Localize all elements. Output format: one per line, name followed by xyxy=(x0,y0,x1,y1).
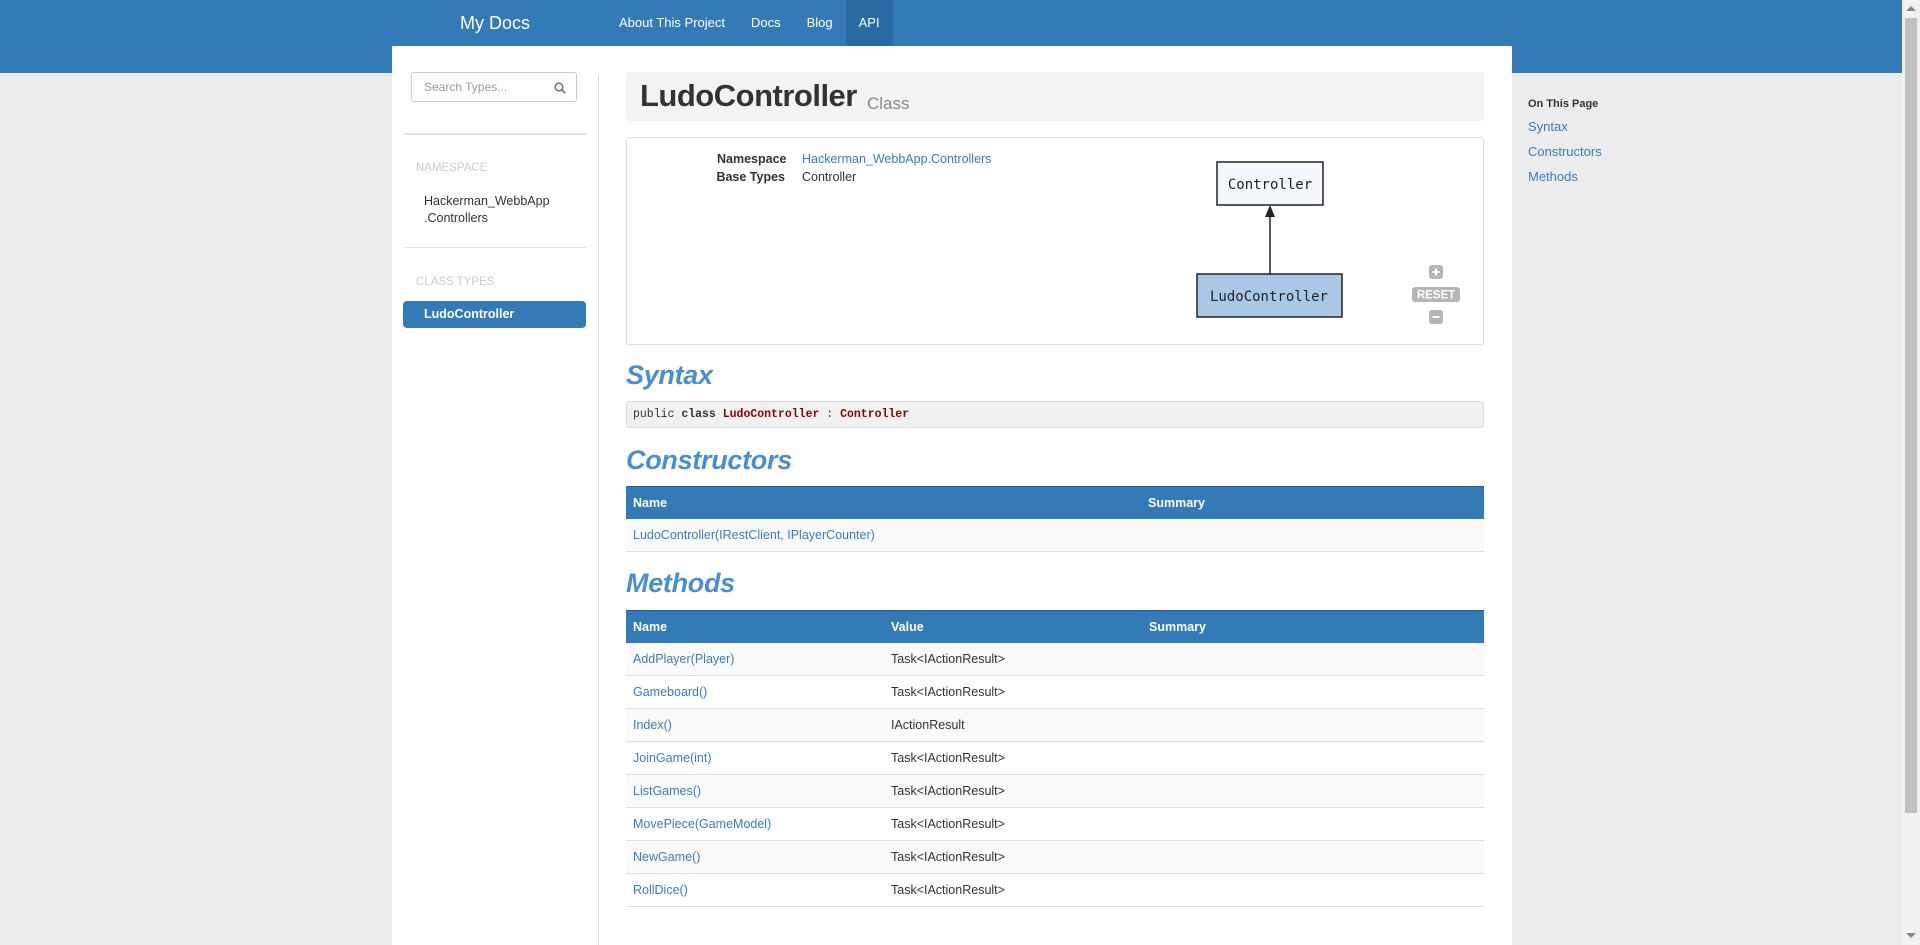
on-this-page-methods[interactable]: Methods xyxy=(1528,169,1602,184)
on-this-page-syntax[interactable]: Syntax xyxy=(1528,119,1602,134)
col-value: Value xyxy=(884,610,1142,643)
inheritance-diagram: Controller LudoController xyxy=(1196,161,1343,318)
sidebar-divider xyxy=(404,133,586,135)
method-value: Task<IActionResult> xyxy=(884,643,1142,676)
method-link[interactable]: RollDice() xyxy=(633,883,688,897)
method-value: Task<IActionResult> xyxy=(884,675,1142,709)
table-row: AddPlayer(Player) Task<IActionResult> xyxy=(626,643,1484,676)
method-value: Task<IActionResult> xyxy=(884,741,1142,775)
class-types-label: CLASS TYPES xyxy=(416,276,495,288)
title-box: LudoController Class xyxy=(626,72,1484,121)
method-link[interactable]: ListGames() xyxy=(633,784,701,798)
table-row: Gameboard() Task<IActionResult> xyxy=(626,675,1484,709)
page-scrollbar[interactable] xyxy=(1902,0,1920,945)
col-name: Name xyxy=(626,486,1141,519)
sidebar: NAMESPACE Hackerman_WebbApp .Controllers… xyxy=(392,46,598,945)
table-row: LudoController(IRestClient, IPlayerCount… xyxy=(626,519,1484,552)
syntax-code: public class LudoController : Controller xyxy=(626,401,1484,428)
code-keyword-public: public xyxy=(633,408,675,421)
scroll-down-icon[interactable] xyxy=(1906,933,1916,938)
zoom-controls: RESET xyxy=(1412,265,1460,324)
method-value: IActionResult xyxy=(884,708,1142,742)
method-summary xyxy=(1142,807,1484,841)
constructor-link[interactable]: LudoController(IRestClient, IPlayerCount… xyxy=(633,528,875,542)
type-info-box: Namespace Hackerman_WebbApp.Controllers … xyxy=(626,137,1484,345)
code-keyword-class: class xyxy=(681,408,716,421)
method-value: Task<IActionResult> xyxy=(884,774,1142,808)
constructors-heading: Constructors xyxy=(626,445,792,475)
nav-docs[interactable]: Docs xyxy=(738,0,794,46)
method-summary xyxy=(1142,708,1484,742)
content-panel: NAMESPACE Hackerman_WebbApp .Controllers… xyxy=(392,46,1512,945)
method-link[interactable]: JoinGame(int) xyxy=(633,751,712,765)
scrollbar-thumb[interactable] xyxy=(1905,18,1917,813)
page-title: LudoController xyxy=(640,78,857,113)
inheritance-arrow-icon xyxy=(1265,205,1275,217)
method-link[interactable]: MovePiece(GameModel) xyxy=(633,817,771,831)
zoom-in-icon[interactable] xyxy=(1429,265,1443,279)
sidebar-item-ludocontroller[interactable]: LudoController xyxy=(403,301,586,328)
namespace-line-2: .Controllers xyxy=(424,211,488,225)
method-value: Task<IActionResult> xyxy=(884,840,1142,874)
method-value: Task<IActionResult> xyxy=(884,807,1142,841)
page-kind: Class xyxy=(867,94,910,113)
table-row: ListGames() Task<IActionResult> xyxy=(626,774,1484,808)
namespace-line-1: Hackerman_WebbApp xyxy=(424,194,550,208)
table-row: MovePiece(GameModel) Task<IActionResult> xyxy=(626,807,1484,841)
table-row: NewGame() Task<IActionResult> xyxy=(626,840,1484,874)
zoom-reset-button[interactable]: RESET xyxy=(1412,287,1460,302)
on-this-page-title: On This Page xyxy=(1528,98,1599,110)
method-summary xyxy=(1142,741,1484,775)
diagram-parent-label: Controller xyxy=(1228,177,1312,193)
method-summary xyxy=(1142,873,1484,907)
brand-link[interactable]: My Docs xyxy=(460,13,530,34)
zoom-out-icon[interactable] xyxy=(1429,310,1443,324)
method-link[interactable]: Gameboard() xyxy=(633,685,707,699)
nav-links: About This Project Docs Blog API xyxy=(606,0,893,46)
nav-about[interactable]: About This Project xyxy=(606,0,738,46)
table-row: JoinGame(int) Task<IActionResult> xyxy=(626,741,1484,775)
col-summary: Summary xyxy=(1141,486,1484,519)
namespace-label: NAMESPACE xyxy=(416,162,488,174)
on-this-page: On This Page Syntax Constructors Methods xyxy=(1528,98,1602,194)
method-summary xyxy=(1142,840,1484,874)
search-box[interactable] xyxy=(411,72,577,102)
search-icon[interactable] xyxy=(554,82,566,94)
method-summary xyxy=(1142,675,1484,709)
methods-heading: Methods xyxy=(626,568,735,598)
method-summary xyxy=(1142,774,1484,808)
table-row: RollDice() Task<IActionResult> xyxy=(626,873,1484,907)
diagram-child-label: LudoController xyxy=(1210,289,1328,305)
methods-table: Name Value Summary AddPlayer(Player) Task… xyxy=(626,610,1484,907)
on-this-page-constructors[interactable]: Constructors xyxy=(1528,144,1602,159)
namespace-link[interactable]: Hackerman_WebbApp .Controllers xyxy=(424,193,564,227)
col-name: Name xyxy=(626,610,884,643)
syntax-heading: Syntax xyxy=(626,360,713,390)
search-input[interactable] xyxy=(424,80,544,94)
nav-blog[interactable]: Blog xyxy=(794,0,846,46)
navbar: My Docs About This Project Docs Blog API xyxy=(392,0,1512,46)
sidebar-divider xyxy=(404,247,586,248)
method-summary xyxy=(1142,643,1484,676)
method-link[interactable]: AddPlayer(Player) xyxy=(633,652,734,666)
sidebar-separator xyxy=(598,74,599,945)
constructor-summary xyxy=(1141,519,1484,552)
code-type-name: LudoController xyxy=(722,408,820,421)
zoom-reset-label: RESET xyxy=(1417,290,1455,302)
method-link[interactable]: Index() xyxy=(633,718,672,732)
nav-api[interactable]: API xyxy=(845,0,893,46)
code-separator: : xyxy=(826,408,834,421)
scroll-up-icon[interactable] xyxy=(1906,6,1916,11)
code-base-type: Controller xyxy=(840,408,910,421)
method-value: Task<IActionResult> xyxy=(884,873,1142,907)
table-row: Index() IActionResult xyxy=(626,708,1484,742)
method-link[interactable]: NewGame() xyxy=(633,850,700,864)
constructors-table: Name Summary LudoController(IRestClient,… xyxy=(626,486,1484,552)
col-summary: Summary xyxy=(1142,610,1484,643)
